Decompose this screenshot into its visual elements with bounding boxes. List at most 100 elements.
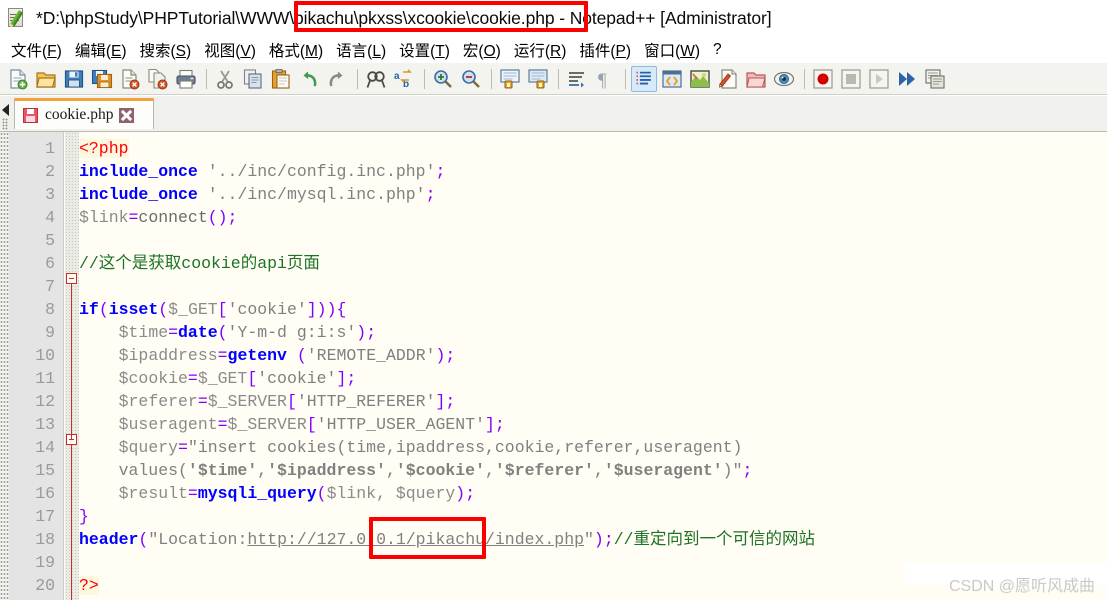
fold-marker-line-1[interactable] xyxy=(66,273,77,284)
code-line[interactable]: $cookie=$_GET['cookie']; xyxy=(79,367,1107,390)
menu-item-plugins[interactable]: 插件(P) xyxy=(573,38,638,62)
close-tab-icon[interactable] xyxy=(119,107,135,123)
undo-icon[interactable] xyxy=(296,66,322,92)
code-token: '../inc/mysql.inc.php' xyxy=(207,185,426,204)
code-token: = xyxy=(187,369,198,388)
show-all-characters-icon[interactable]: ¶ xyxy=(592,66,618,92)
code-line[interactable]: values('$time','$ipaddress','$cookie','$… xyxy=(79,459,1107,482)
left-arrow-icon[interactable] xyxy=(2,104,9,116)
notepad-plus-plus-icon xyxy=(6,7,28,29)
menu-item-file[interactable]: 文件(F) xyxy=(5,38,69,62)
code-token: $link, $query xyxy=(326,484,456,503)
code-editor[interactable]: 1 2 3 4 5 6 7 8 9 10 11 12 13 14 15 16 17 18 19 20 <?php inc… xyxy=(0,132,1107,600)
run-macro-multiple-icon[interactable] xyxy=(894,66,920,92)
menu-item-settings[interactable]: 设置(T) xyxy=(393,38,457,62)
line-number: 2 xyxy=(45,162,55,181)
new-file-icon[interactable] xyxy=(5,66,31,92)
code-token: = xyxy=(128,208,139,227)
play-macro-icon[interactable] xyxy=(866,66,892,92)
zoom-out-icon[interactable] xyxy=(458,66,484,92)
code-token: isset xyxy=(108,300,159,319)
fold-line-block-8 xyxy=(71,445,72,600)
code-line[interactable]: include_once '../inc/config.inc.php'; xyxy=(79,160,1107,183)
menu-item-search[interactable]: 搜索(S) xyxy=(134,38,199,62)
sync-vertical-scroll-icon[interactable] xyxy=(497,66,523,92)
code-folding-column[interactable] xyxy=(65,132,79,600)
folder-workspace-icon[interactable] xyxy=(743,66,769,92)
sync-horizontal-scroll-icon[interactable] xyxy=(525,66,551,92)
code-line[interactable] xyxy=(79,275,1107,298)
menu-item-format[interactable]: 格式(M) xyxy=(263,38,330,62)
paste-icon[interactable] xyxy=(268,66,294,92)
code-line[interactable]: header("Location:http://127.0.0.1/pikach… xyxy=(79,528,1107,551)
code-token: } xyxy=(79,507,89,526)
print-icon[interactable] xyxy=(173,66,199,92)
monitoring-icon[interactable] xyxy=(771,66,797,92)
replace-icon[interactable]: a b xyxy=(391,66,417,92)
tab-drag-handle[interactable] xyxy=(2,118,8,130)
indent-guide-icon[interactable] xyxy=(631,65,657,92)
save-all-icon[interactable] xyxy=(89,66,115,92)
code-line[interactable]: $query="insert cookies(time,ipaddress,co… xyxy=(79,436,1107,459)
code-line[interactable]: <?php xyxy=(79,137,1107,160)
code-line[interactable]: $useragent=$_SERVER['HTTP_USER_AGENT']; xyxy=(79,413,1107,436)
code-line[interactable]: $referer=$_SERVER['HTTP_REFERER']; xyxy=(79,390,1107,413)
menu-item-help[interactable]: ? xyxy=(707,40,729,60)
code-token: '$ipaddress' xyxy=(267,461,386,480)
find-icon[interactable] xyxy=(363,66,389,92)
code-line[interactable]: $link=connect(); xyxy=(79,206,1107,229)
code-line[interactable]: $ipaddress=getenv ('REMOTE_ADDR'); xyxy=(79,344,1107,367)
zoom-in-icon[interactable] xyxy=(430,66,456,92)
code-token: ; xyxy=(445,346,456,365)
code-line[interactable]: } xyxy=(79,505,1107,528)
code-token: ] xyxy=(435,392,446,411)
code-token: ?> xyxy=(79,576,99,595)
show-doc-map-icon[interactable] xyxy=(687,66,713,92)
code-token: ])) xyxy=(306,300,337,319)
menu-item-window[interactable]: 窗口(W) xyxy=(638,38,707,62)
tab-cookie-php[interactable]: cookie.php xyxy=(14,98,154,129)
code-token: ) xyxy=(593,530,604,549)
code-token: getenv xyxy=(227,346,287,365)
menu-item-language[interactable]: 语言(L) xyxy=(330,38,393,62)
menu-item-view[interactable]: 视图(V) xyxy=(198,38,263,62)
tab-bar: cookie.php xyxy=(0,96,1107,132)
code-token: ] xyxy=(336,369,347,388)
close-file-icon[interactable] xyxy=(117,66,143,92)
code-text-area[interactable]: <?php include_once '../inc/config.inc.php… xyxy=(79,132,1107,600)
code-token: $_GET xyxy=(168,300,218,319)
line-number: 15 xyxy=(35,461,55,480)
user-defined-language-icon[interactable] xyxy=(659,66,685,92)
code-line[interactable] xyxy=(79,229,1107,252)
word-wrap-icon[interactable] xyxy=(564,66,590,92)
line-number: 4 xyxy=(45,208,55,227)
menu-item-edit[interactable]: 编辑(E) xyxy=(69,38,134,62)
stop-macro-icon[interactable] xyxy=(838,66,864,92)
code-token: ; xyxy=(494,415,505,434)
menu-item-run[interactable]: 运行(R) xyxy=(508,38,574,62)
menu-item-macro[interactable]: 宏(O) xyxy=(457,38,508,62)
code-line[interactable]: include_once '../inc/mysql.inc.php'; xyxy=(79,183,1107,206)
notepadpp-window: *D:\phpStudy\PHPTutorial\WWW\pikachu\pkx… xyxy=(0,0,1107,600)
code-line[interactable]: $result=mysqli_query($link, $query); xyxy=(79,482,1107,505)
code-token: 'HTTP_USER_AGENT' xyxy=(316,415,485,434)
function-list-icon[interactable] xyxy=(715,66,741,92)
code-line[interactable]: $time=date('Y-m-d g:i:s'); xyxy=(79,321,1107,344)
save-macro-icon[interactable] xyxy=(922,66,948,92)
code-line[interactable]: //这个是获取cookie的api页面 xyxy=(79,252,1107,275)
redo-icon[interactable] xyxy=(324,66,350,92)
copy-icon[interactable] xyxy=(240,66,266,92)
open-file-icon[interactable] xyxy=(33,66,59,92)
save-icon[interactable] xyxy=(61,66,87,92)
cut-icon[interactable] xyxy=(212,66,238,92)
window-title: *D:\phpStudy\PHPTutorial\WWW\pikachu\pkx… xyxy=(36,8,772,29)
line-number: 8 xyxy=(45,300,55,319)
record-macro-icon[interactable] xyxy=(810,66,836,92)
close-all-icon[interactable] xyxy=(145,66,171,92)
line-number: 10 xyxy=(35,346,55,365)
code-line[interactable]: if(isset($_GET['cookie'])){ xyxy=(79,298,1107,321)
